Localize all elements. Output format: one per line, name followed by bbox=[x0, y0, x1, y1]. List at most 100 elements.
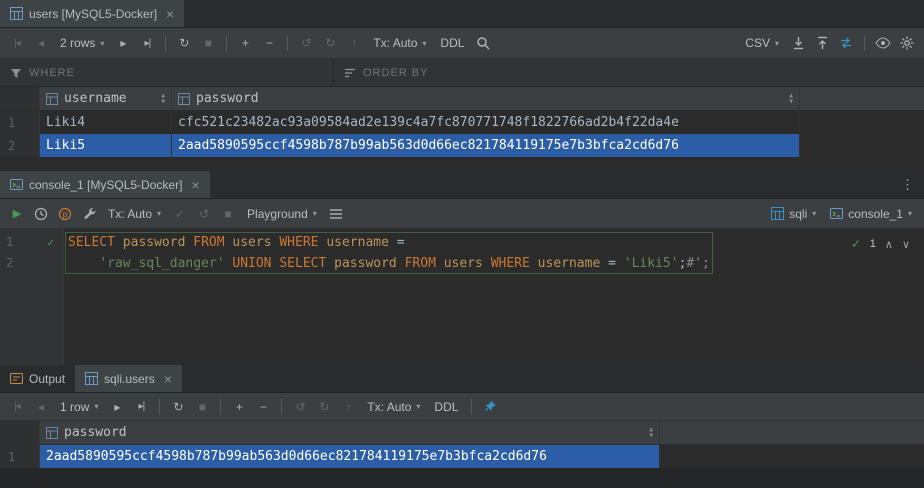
column-header-password[interactable]: password ▲ ▼ bbox=[40, 421, 660, 444]
parameters-icon[interactable]: p bbox=[54, 203, 76, 225]
chevron-down-icon: ▾ bbox=[775, 39, 779, 48]
cell-password[interactable]: cfc521c23482ac93a09584ad2e139c4a7fc87077… bbox=[172, 111, 800, 134]
export-data-icon[interactable] bbox=[787, 32, 809, 54]
sql-editor[interactable]: 1 ✓ SELECT password FROM users WHERE use… bbox=[0, 229, 924, 365]
column-header-password[interactable]: password ▲ ▼ bbox=[172, 87, 800, 110]
sql-token: #'; bbox=[686, 256, 709, 271]
submit-icon[interactable]: ↑ bbox=[337, 396, 359, 418]
playground-dropdown[interactable]: Playground ▾ bbox=[241, 203, 323, 225]
ddl-button[interactable]: DDL bbox=[428, 396, 464, 418]
column-name: password bbox=[64, 425, 127, 440]
commit-icon[interactable]: ✓ bbox=[169, 203, 191, 225]
close-icon[interactable]: × bbox=[191, 178, 199, 192]
first-row-icon[interactable]: |◂ bbox=[6, 32, 28, 54]
code-line[interactable]: 2 'raw_sql_danger' UNION SELECT password… bbox=[0, 253, 924, 274]
stop-icon[interactable]: ■ bbox=[217, 203, 239, 225]
cell-username[interactable]: Liki5 bbox=[40, 134, 172, 157]
sql-token: 'raw_sql_danger' bbox=[99, 256, 224, 271]
previous-row-icon[interactable]: ◂ bbox=[30, 396, 52, 418]
session-label: console_1 bbox=[848, 207, 903, 221]
table-row-selected[interactable]: 1 2aad5890595ccf4598b787b99ab563d0d66ec8… bbox=[0, 445, 924, 468]
tab-output[interactable]: Output bbox=[0, 365, 75, 392]
tx-mode-dropdown[interactable]: Tx: Auto ▾ bbox=[361, 396, 426, 418]
next-row-icon[interactable]: ▸ bbox=[106, 396, 128, 418]
sort-lines-icon bbox=[344, 67, 356, 79]
close-icon[interactable]: × bbox=[166, 7, 174, 21]
reload-icon[interactable]: ↻ bbox=[167, 396, 189, 418]
session-dropdown[interactable]: console_1 ▾ bbox=[824, 203, 918, 225]
row-filler bbox=[660, 445, 924, 468]
previous-row-icon[interactable]: ◂ bbox=[30, 32, 52, 54]
next-statement-icon[interactable]: ∨ bbox=[902, 238, 910, 251]
sort-toggle[interactable]: ▲ ▼ bbox=[789, 93, 793, 105]
table-row[interactable]: 1 Liki4 cfc521c23482ac93a09584ad2e139c4a… bbox=[0, 111, 924, 134]
column-name: username bbox=[64, 91, 127, 106]
tx-mode-dropdown[interactable]: Tx: Auto ▾ bbox=[367, 32, 432, 54]
add-row-icon[interactable]: + bbox=[228, 396, 250, 418]
run-icon[interactable]: ▶ bbox=[6, 203, 28, 225]
order-by-filter-input[interactable]: ORDER BY bbox=[334, 59, 438, 86]
eye-icon[interactable] bbox=[872, 32, 894, 54]
rollback-icon[interactable]: ↺ bbox=[193, 203, 215, 225]
stop-icon[interactable]: ■ bbox=[197, 32, 219, 54]
sql-token bbox=[68, 256, 99, 271]
export-format-dropdown[interactable]: CSV ▾ bbox=[739, 32, 785, 54]
row-number: 1 bbox=[0, 445, 40, 468]
redo-icon[interactable]: ↻ bbox=[313, 396, 335, 418]
sql-token: = bbox=[608, 256, 624, 271]
table-row-selected[interactable]: 2 Liki5 2aad5890595ccf4598b787b99ab563d0… bbox=[0, 134, 924, 157]
cell-password[interactable]: 2aad5890595ccf4598b787b99ab563d0d66ec821… bbox=[40, 445, 660, 468]
delete-row-icon[interactable]: − bbox=[258, 32, 280, 54]
page-size-dropdown[interactable]: 2 rows ▾ bbox=[54, 32, 110, 54]
first-row-icon[interactable]: |◂ bbox=[6, 396, 28, 418]
close-icon[interactable]: × bbox=[164, 372, 172, 386]
tx-mode-dropdown[interactable]: Tx: Auto ▾ bbox=[102, 203, 167, 225]
history-icon[interactable] bbox=[30, 203, 52, 225]
console-toolbar: ▶ p Tx: Auto ▾ ✓ ↺ ■ Playground ▾ bbox=[0, 199, 924, 229]
import-data-icon[interactable] bbox=[811, 32, 833, 54]
toolbar-divider bbox=[471, 399, 472, 415]
next-row-icon[interactable]: ▸ bbox=[112, 32, 134, 54]
schema-dropdown[interactable]: sqli ▾ bbox=[765, 203, 822, 225]
header-filler bbox=[660, 421, 924, 444]
revert-icon[interactable]: ↺ bbox=[289, 396, 311, 418]
tab-result-sqli-users[interactable]: sqli.users × bbox=[75, 365, 182, 392]
page-size-dropdown[interactable]: 1 row ▾ bbox=[54, 396, 104, 418]
ddl-button[interactable]: DDL bbox=[434, 32, 470, 54]
previous-statement-icon[interactable]: ∧ bbox=[885, 238, 893, 251]
output-view-icon[interactable] bbox=[325, 203, 347, 225]
result-data-grid: password ▲ ▼ 1 2aad5890595ccf4598b787b99… bbox=[0, 421, 924, 488]
cell-password[interactable]: 2aad5890595ccf4598b787b99ab563d0d66ec821… bbox=[172, 134, 800, 157]
column-header-username[interactable]: username ▲ ▼ bbox=[40, 87, 172, 110]
add-row-icon[interactable]: + bbox=[234, 32, 256, 54]
search-icon[interactable] bbox=[472, 32, 494, 54]
sync-compare-icon[interactable] bbox=[835, 32, 857, 54]
chevron-down-icon: ▾ bbox=[416, 402, 420, 411]
settings-gear-icon[interactable] bbox=[896, 32, 918, 54]
cell-username[interactable]: Liki4 bbox=[40, 111, 172, 134]
pin-tab-icon[interactable] bbox=[479, 396, 501, 418]
code-line[interactable]: 1 ✓ SELECT password FROM users WHERE use… bbox=[0, 232, 924, 253]
chevron-down-icon: ▾ bbox=[908, 209, 912, 218]
row-number: 2 bbox=[0, 134, 40, 157]
chevron-down-icon: ▾ bbox=[313, 209, 317, 218]
chevron-down-icon: ▾ bbox=[94, 402, 98, 411]
sort-toggle[interactable]: ▲ ▼ bbox=[649, 427, 653, 439]
submit-icon[interactable]: ↑ bbox=[343, 32, 365, 54]
stop-icon[interactable]: ■ bbox=[191, 396, 213, 418]
where-filter-input[interactable]: WHERE bbox=[0, 59, 333, 86]
more-options-icon[interactable]: ⋮ bbox=[901, 177, 914, 193]
table-icon bbox=[85, 372, 98, 385]
toolbar-divider bbox=[287, 35, 288, 51]
revert-icon[interactable]: ↺ bbox=[295, 32, 317, 54]
wrench-icon[interactable] bbox=[78, 203, 100, 225]
redo-icon[interactable]: ↻ bbox=[319, 32, 341, 54]
delete-row-icon[interactable]: − bbox=[252, 396, 274, 418]
results-toolbar: |◂ ◂ 1 row ▾ ▸ ▸| ↻ ■ + − ↺ ↻ ↑ Tx: Auto… bbox=[0, 393, 924, 421]
last-row-icon[interactable]: ▸| bbox=[130, 396, 152, 418]
sort-toggle[interactable]: ▲ ▼ bbox=[161, 93, 165, 105]
last-row-icon[interactable]: ▸| bbox=[136, 32, 158, 54]
reload-icon[interactable]: ↻ bbox=[173, 32, 195, 54]
tab-users-table[interactable]: users [MySQL5-Docker] × bbox=[0, 0, 184, 27]
tab-console-1[interactable]: console_1 [MySQL5-Docker] × bbox=[0, 171, 210, 198]
